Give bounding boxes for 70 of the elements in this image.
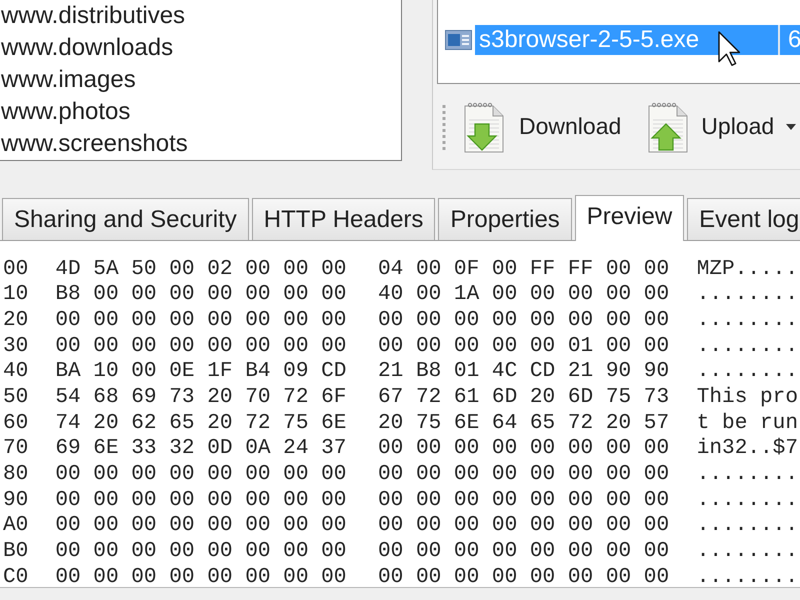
hex-offset: 30: [3, 334, 28, 357]
ascii-text: ........: [696, 463, 798, 486]
hex-offset: 60: [3, 412, 28, 434]
document-down-arrow-icon: [463, 100, 505, 152]
folder-item[interactable]: www.images: [0, 64, 136, 96]
tab[interactable]: Event log: [687, 198, 800, 240]
hex-bytes: 69 6E 33 32 0D 0A 24 37: [55, 437, 346, 460]
ascii-text: in32..$7: [696, 437, 798, 460]
hex-bytes: 00 00 00 00 00 00 00 00: [55, 540, 346, 562]
window-icon: [445, 30, 472, 50]
document-up-arrow-icon: [647, 100, 690, 152]
tab[interactable]: HTTP Headers: [252, 198, 436, 240]
folder-item[interactable]: www.photos: [0, 96, 130, 128]
hex-bytes: 00 00 00 00 00 00 00 00: [378, 309, 670, 332]
hex-bytes: 4D 5A 50 00 02 00 00 00: [55, 258, 346, 280]
hex-bytes: 00 00 00 00 00 00 00 00: [378, 488, 670, 511]
ascii-text: ........: [696, 334, 798, 357]
ascii-text: This pro: [696, 386, 798, 408]
hex-bytes: 00 00 00 00 00 00 00 00: [55, 463, 346, 486]
hex-bytes: 00 00 00 00 00 00 00 00: [378, 437, 670, 460]
hex-bytes: 00 00 00 00 00 00 00 00: [55, 566, 346, 587]
ascii-text: ........: [696, 488, 798, 511]
ascii-text: ........: [696, 360, 798, 382]
hex-bytes: 00 00 00 00 00 00 00 00: [55, 334, 346, 357]
cursor-icon: [718, 31, 741, 67]
hex-offset: A0: [3, 514, 28, 536]
hex-bytes: 54 68 69 73 20 70 72 6F: [55, 386, 346, 408]
hex-bytes: 04 00 0F 00 FF FF 00 00: [378, 258, 670, 280]
hex-offset: 10: [3, 283, 28, 306]
hex-bytes: 67 72 61 6D 20 6D 75 73: [378, 386, 670, 408]
hex-bytes: BA 10 00 0E 1F B4 09 CD: [55, 360, 346, 382]
folder-item[interactable]: www.screenshots: [0, 128, 188, 160]
ascii-text: ........: [696, 283, 798, 306]
hex-offset: 70: [3, 437, 28, 460]
folder-item[interactable]: www.downloads: [0, 32, 174, 64]
hex-bytes: 20 75 6E 64 65 72 20 57: [378, 412, 670, 434]
hex-bytes: 74 20 62 65 20 72 75 6E: [55, 412, 346, 434]
tab[interactable]: Preview: [574, 195, 684, 241]
hex-offset: 80: [3, 463, 28, 486]
hex-bytes: 00 00 00 00 00 00 00 00: [378, 514, 670, 536]
hex-offset: C0: [3, 566, 28, 587]
tab[interactable]: Sharing and Security: [2, 198, 249, 240]
hex-bytes: 00 00 00 00 00 00 00 00: [55, 309, 346, 332]
hex-offset: 50: [3, 386, 28, 408]
hex-bytes: 00 00 00 00 00 00 00 00: [378, 566, 670, 587]
hex-bytes: 00 00 00 00 00 00 00 00: [55, 514, 346, 536]
hex-offset: 90: [3, 488, 28, 511]
ascii-text: MZP.....: [696, 258, 798, 280]
ascii-text: t be run: [696, 412, 798, 434]
hex-bytes: 40 00 1A 00 00 00 00 00: [378, 283, 670, 306]
folder-item[interactable]: www.distributives: [0, 0, 186, 32]
hex-offset: 20: [3, 309, 28, 332]
ascii-text: ........: [696, 540, 798, 562]
grip-icon[interactable]: [442, 104, 446, 150]
hex-bytes: B8 00 00 00 00 00 00 00: [55, 283, 346, 306]
download-button[interactable]: Download: [463, 100, 622, 152]
hex-offset: B0: [3, 540, 28, 562]
hex-bytes: 00 00 00 00 00 00 00 00: [378, 540, 670, 562]
upload-button[interactable]: Upload: [647, 100, 796, 152]
ascii-text: ........: [696, 514, 798, 536]
ascii-text: ........: [696, 566, 798, 587]
hex-bytes: 00 00 00 00 00 01 00 00: [378, 334, 670, 357]
hex-bytes: 21 B8 01 4C CD 21 90 90: [378, 360, 670, 382]
table-cell: 6: [780, 25, 800, 55]
hex-bytes: 00 00 00 00 00 00 00 00: [378, 463, 670, 486]
hex-bytes: 00 00 00 00 00 00 00 00: [55, 488, 346, 511]
hex-offset: 40: [3, 360, 28, 382]
ascii-text: ........: [696, 309, 798, 332]
tab[interactable]: Properties: [438, 198, 572, 240]
hex-offset: 00: [3, 258, 28, 280]
